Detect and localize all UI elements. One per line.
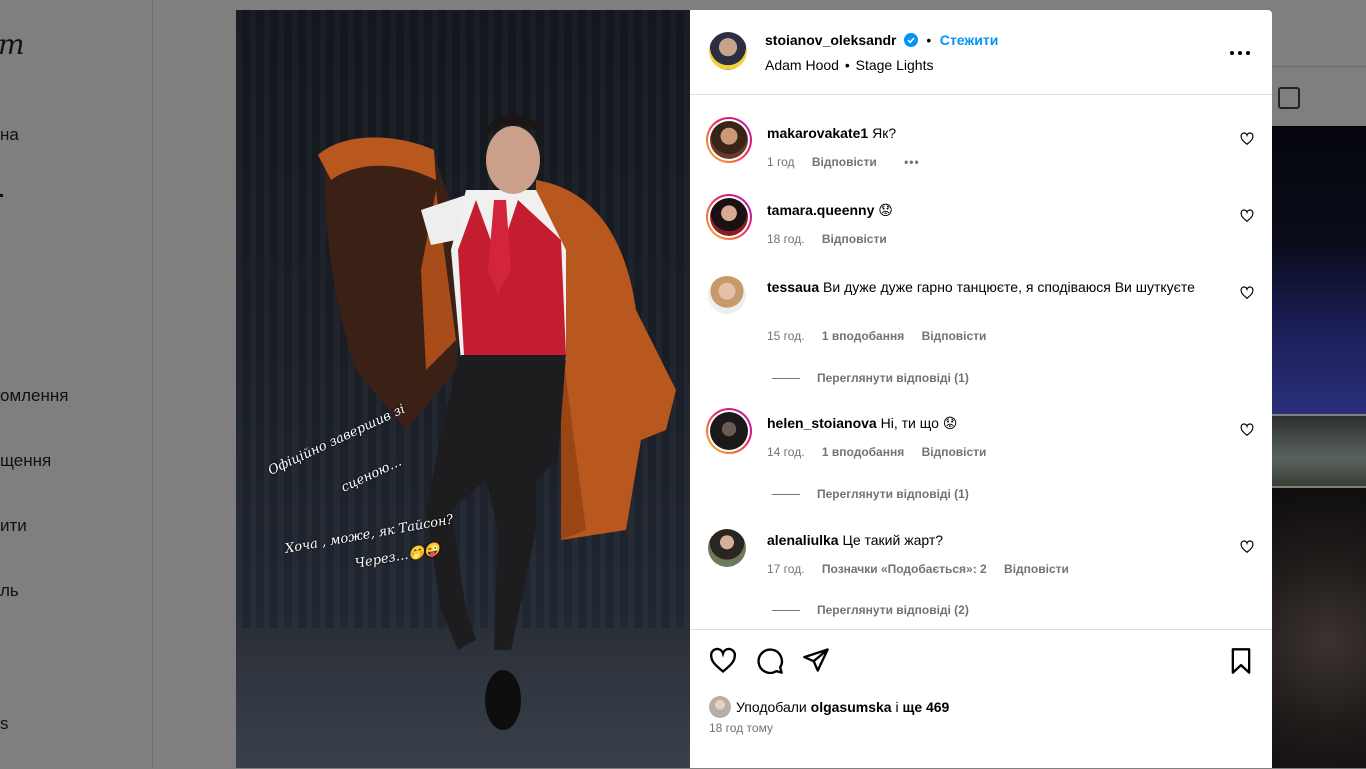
view-replies-button[interactable]: Переглянути відповіді (1) (772, 487, 969, 501)
comment-time[interactable]: 18 год. (767, 232, 805, 246)
view-replies-button[interactable]: Переглянути відповіді (2) (772, 603, 969, 617)
liked-prefix: Уподобали (736, 699, 807, 715)
author-username[interactable]: stoianov_oleksandr (765, 32, 897, 48)
separator-dot: • (926, 32, 932, 48)
background-thumbnail (1272, 126, 1366, 414)
audio-line: Adam Hood • Stage Lights (765, 57, 933, 73)
comment-text: Це такий жарт? (842, 532, 944, 548)
comment-time[interactable]: 15 год. (767, 329, 805, 343)
comment-likes[interactable]: 1 вподобання (822, 329, 904, 343)
background-thumbnail (1272, 488, 1366, 768)
audio-artist[interactable]: Adam Hood (765, 57, 839, 73)
comment-time[interactable]: 17 год. (767, 562, 805, 576)
liked-user[interactable]: olgasumska (811, 699, 892, 715)
sidebar-item-4[interactable]: ити (0, 516, 27, 536)
comment-time[interactable]: 1 год (767, 155, 795, 169)
comment-meta: 1 год Відповісти ••• (767, 155, 934, 169)
comment-meta: 15 год. 1 вподобання Відповісти (767, 329, 1000, 343)
reply-button[interactable]: Відповісти (922, 329, 987, 343)
comment-bubble-icon[interactable] (756, 647, 784, 675)
post-actions: Уподобали olgasumska і ще 469 18 год том… (690, 629, 1272, 769)
likes-summary: Уподобали olgasumska і ще 469 (709, 696, 949, 718)
sidebar-item-more[interactable]: s (0, 714, 9, 734)
comment-username[interactable]: helen_stoianova (767, 415, 877, 431)
comment-time[interactable]: 14 год. (767, 445, 805, 459)
comment-text: Як? (872, 125, 897, 141)
post-header: stoianov_oleksandr • Стежити Adam Hood •… (690, 10, 1272, 95)
comment-username[interactable]: makarovakate1 (767, 125, 868, 141)
audio-track[interactable]: Stage Lights (856, 57, 934, 73)
background-sidebar: m на омлення щення ити ль s (0, 0, 153, 768)
comment-likes[interactable]: 1 вподобання (822, 445, 904, 459)
instagram-logo[interactable]: m (0, 28, 25, 61)
view-replies-label: Переглянути відповіді (1) (817, 371, 969, 385)
like-heart-icon[interactable] (709, 647, 737, 675)
comment-body: alenaliulka Це такий жарт? (767, 530, 1207, 551)
view-replies-label: Переглянути відповіді (1) (817, 487, 969, 501)
sidebar-item-create[interactable]: щення (0, 451, 51, 471)
heart-icon[interactable] (1240, 423, 1254, 437)
comment-meta: 18 год. Відповісти (767, 232, 901, 246)
background-thumbnail (1272, 416, 1366, 486)
dancer-illustration (318, 114, 676, 730)
view-replies-label: Переглянути відповіді (2) (817, 603, 969, 617)
comment-avatar[interactable] (706, 408, 752, 454)
comment-meta: 14 год. 1 вподобання Відповісти (767, 445, 1000, 459)
more-horizontal-icon[interactable] (1228, 49, 1252, 57)
comment-body: tamara.queenny 😟 (767, 200, 1207, 221)
heart-icon[interactable] (1240, 540, 1254, 554)
comment-body: tessaua Ви дуже дуже гарно танцюєте, я с… (767, 277, 1207, 298)
sidebar-item-notifications[interactable]: омлення (0, 386, 69, 406)
post-photo: Офіційно завершив зі сценою… Хоча , може… (236, 10, 690, 768)
author-line: stoianov_oleksandr • Стежити (765, 32, 998, 50)
liked-others[interactable]: ще 469 (903, 699, 950, 715)
view-replies-button[interactable]: Переглянути відповіді (1) (772, 371, 969, 385)
reply-button[interactable]: Відповісти (1004, 562, 1069, 576)
post-details-panel: stoianov_oleksandr • Стежити Adam Hood •… (690, 10, 1272, 768)
comment-options-button[interactable]: ••• (904, 155, 920, 169)
comment-body: makarovakate1 Як? (767, 123, 1207, 144)
comment-likes[interactable]: Позначки «Подобається»: 2 (822, 562, 987, 576)
sidebar-icon-fragment (0, 194, 3, 197)
comment-avatar[interactable] (706, 117, 752, 163)
sidebar-item-1[interactable]: на (0, 125, 19, 145)
reply-button[interactable]: Відповісти (922, 445, 987, 459)
verified-badge-icon (903, 33, 918, 47)
post-timestamp[interactable]: 18 год тому (709, 721, 773, 735)
audio-separator: • (844, 57, 850, 73)
comment-text: Ні, ти що 😟 (880, 415, 958, 431)
reply-button[interactable]: Відповісти (812, 155, 877, 169)
comment-text: 😟 (878, 202, 893, 218)
heart-icon[interactable] (1240, 209, 1254, 223)
comment-avatar[interactable] (706, 194, 752, 240)
send-paper-plane-icon[interactable] (802, 646, 830, 674)
bookmark-icon[interactable] (1227, 647, 1255, 675)
author-avatar[interactable] (709, 32, 747, 70)
reply-button[interactable]: Відповісти (822, 232, 887, 246)
comment-text: Ви дуже дуже гарно танцюєте, я сподіваюс… (823, 279, 1195, 295)
liked-joiner: і (895, 699, 899, 715)
comment-avatar[interactable] (708, 276, 746, 314)
comment-username[interactable]: tessaua (767, 279, 819, 295)
comment-username[interactable]: tamara.queenny (767, 202, 874, 218)
comment-username[interactable]: alenaliulka (767, 532, 839, 548)
background-square-icon (1278, 87, 1300, 109)
comment-meta: 17 год. Позначки «Подобається»: 2 Відпов… (767, 562, 1083, 576)
comment-avatar[interactable] (708, 529, 746, 567)
follow-button[interactable]: Стежити (940, 32, 999, 48)
heart-icon[interactable] (1240, 286, 1254, 300)
liker-avatar[interactable] (709, 696, 731, 718)
comment-body: helen_stoianova Ні, ти що 😟 (767, 413, 1207, 434)
heart-icon[interactable] (1240, 132, 1254, 146)
sidebar-item-profile[interactable]: ль (0, 581, 19, 601)
